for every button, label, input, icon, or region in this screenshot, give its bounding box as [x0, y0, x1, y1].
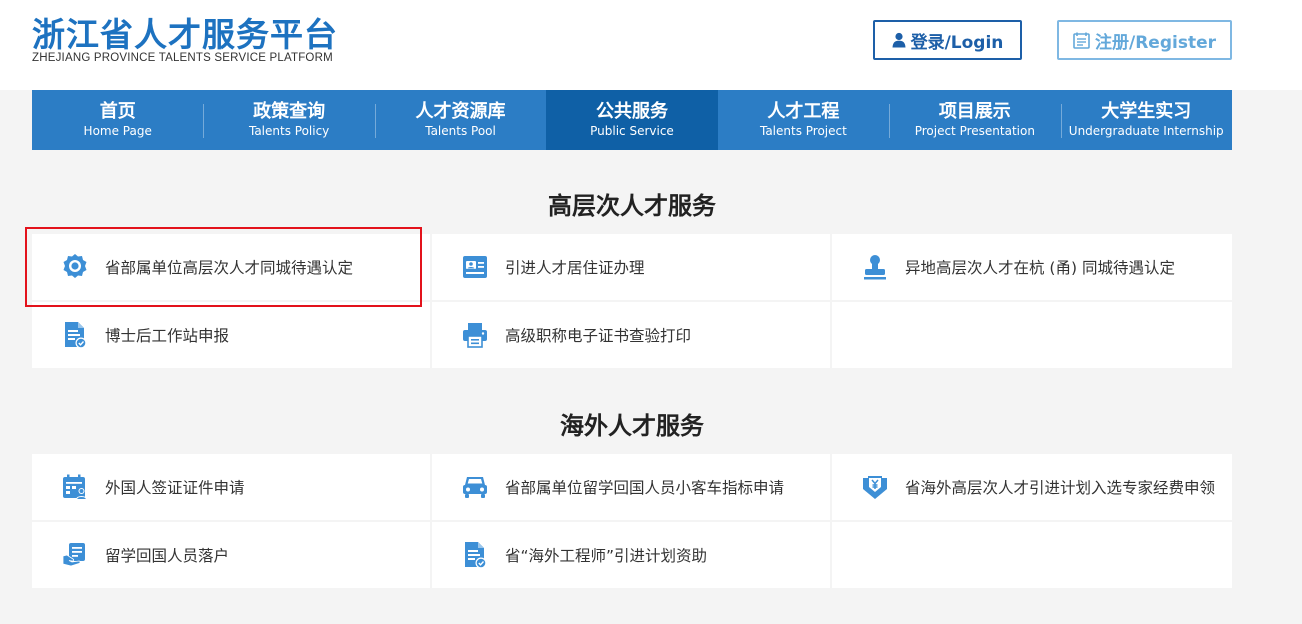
id-card-icon [460, 252, 490, 282]
service-item-car-quota[interactable]: 省部属单位留学回国人员小客车指标申请 [430, 454, 830, 520]
service-item-overseas-engineer[interactable]: 省“海外工程师”引进计划资助 [430, 522, 830, 588]
nav-item-label: 政策查询 [253, 101, 326, 122]
service-item-expert-funding[interactable]: 省海外高层次人才引进计划入选专家经费申领 [830, 454, 1232, 520]
service-item-residence-permit[interactable]: 引进人才居住证办理 [430, 234, 830, 300]
nav-item-label: 项目展示 [938, 101, 1011, 122]
register-button[interactable]: 注册/Register [1057, 20, 1232, 60]
main-nav: 首页 Home Page 政策查询 Talents Policy 人才资源库 Tale… [32, 90, 1232, 150]
nav-item-project-presentation[interactable]: 项目展示 Project Presentation [889, 90, 1060, 150]
service-item-label: 省部属单位留学回国人员小客车指标申请 [505, 479, 785, 497]
nav-item-sublabel: Undergraduate Internship [1068, 124, 1224, 138]
nav-item-label: 大学生实习 [1101, 101, 1192, 122]
nav-item-label: 公共服务 [595, 101, 668, 122]
document-check-icon [460, 540, 490, 570]
nav-item-label: 人才资源库 [415, 101, 506, 122]
service-item-label: 省海外高层次人才引进计划入选专家经费申领 [905, 479, 1216, 497]
register-label: 注册/Register [1095, 32, 1216, 53]
nav-item-sublabel: Public Service [590, 124, 674, 138]
service-item-label: 省部属单位高层次人才同城待遇认定 [105, 259, 354, 277]
service-item-talent-treatment[interactable]: 省部属单位高层次人才同城待遇认定 [32, 234, 430, 300]
service-item-label: 异地高层次人才在杭 (甬) 同城待遇认定 [905, 259, 1175, 277]
nav-item-label: 人才工程 [767, 101, 840, 122]
service-item-postdoc-station[interactable]: 博士后工作站申报 [32, 302, 430, 368]
service-item-label: 外国人签证证件申请 [105, 479, 245, 497]
service-grid-high-level-talent: 省部属单位高层次人才同城待遇认定 引进人才居住证办理 异地高层次人才在杭 (甬)… [32, 234, 1232, 368]
nav-item-sublabel: Talents Project [759, 124, 847, 138]
section-title-high-level-talent: 高层次人才服务 [548, 192, 716, 220]
nav-item-policy[interactable]: 政策查询 Talents Policy [203, 90, 374, 150]
service-item-label: 高级职称电子证书查验打印 [505, 327, 692, 345]
site-header: 浙江省人才服务平台 ZHEJIANG PROVINCE TALENTS SERV… [0, 0, 1302, 90]
nav-item-sublabel: Talents Policy [248, 124, 330, 138]
service-item-foreigner-visa[interactable]: 外国人签证证件申请 [32, 454, 430, 520]
login-button[interactable]: 登录/Login [873, 20, 1022, 60]
stamp-icon [860, 252, 890, 282]
login-label: 登录/Login [910, 32, 1004, 53]
nav-item-label: 首页 [99, 101, 136, 122]
service-item-certificate-print[interactable]: 高级职称电子证书查验打印 [430, 302, 830, 368]
site-logo-subtitle: ZHEJIANG PROVINCE TALENTS SERVICE PLATFO… [32, 52, 333, 64]
nav-item-talents-project[interactable]: 人才工程 Talents Project [718, 90, 889, 150]
service-item-returnee-registration[interactable]: 留学回国人员落户 [32, 522, 430, 588]
nav-item-home[interactable]: 首页 Home Page [32, 90, 203, 150]
nav-item-public-service[interactable]: 公共服务 Public Service [546, 90, 718, 150]
money-shield-icon [860, 472, 890, 502]
site-logo-title[interactable]: 浙江省人才服务平台 [32, 8, 338, 56]
nav-item-talents-pool[interactable]: 人才资源库 Talents Pool [374, 90, 546, 150]
printer-icon [460, 320, 490, 350]
nav-item-sublabel: Talents Pool [425, 124, 496, 138]
nav-item-sublabel: Project Presentation [914, 124, 1035, 138]
car-icon [460, 472, 490, 502]
section-title-overseas-talent: 海外人才服务 [560, 412, 704, 440]
service-item-label: 博士后工作站申报 [105, 327, 230, 345]
document-check-icon [60, 320, 90, 350]
service-item-label: 留学回国人员落户 [105, 547, 230, 565]
user-icon [892, 32, 906, 48]
badge-icon [60, 252, 90, 282]
service-item-label: 引进人才居住证办理 [505, 259, 645, 277]
service-item-remote-talent-treatment[interactable]: 异地高层次人才在杭 (甬) 同城待遇认定 [830, 234, 1232, 300]
calendar-person-icon [60, 472, 90, 502]
hand-document-icon [60, 540, 90, 570]
service-item-empty [830, 302, 1232, 368]
service-item-empty [830, 522, 1232, 588]
nav-item-internship[interactable]: 大学生实习 Undergraduate Internship [1060, 90, 1232, 150]
service-grid-overseas-talent: 外国人签证证件申请 省部属单位留学回国人员小客车指标申请 省海外高层次人才引进计… [32, 454, 1232, 588]
nav-item-sublabel: Home Page [83, 124, 152, 138]
register-form-icon [1073, 32, 1090, 49]
service-item-label: 省“海外工程师”引进计划资助 [505, 547, 708, 565]
